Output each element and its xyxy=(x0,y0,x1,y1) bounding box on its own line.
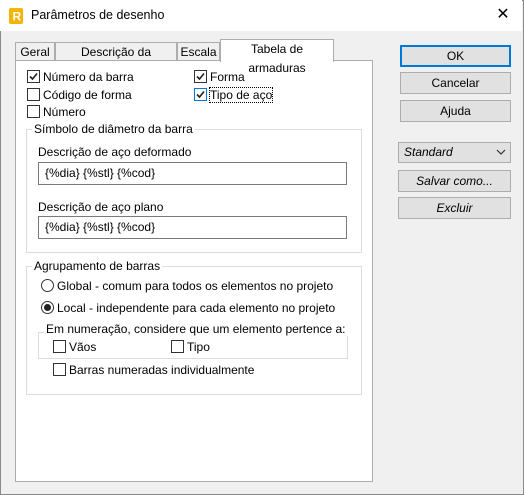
local-label: Local - independente para cada elemento … xyxy=(57,301,336,315)
tab-escala[interactable]: Escala xyxy=(177,42,220,62)
codigo-forma-label: Código de forma xyxy=(43,88,132,102)
individual-bars-checkbox[interactable] xyxy=(53,363,66,376)
numero-label: Número xyxy=(43,105,86,119)
vaos-label: Vãos xyxy=(69,340,97,354)
save-as-button[interactable]: Salvar como... xyxy=(398,170,511,192)
plain-steel-label: Descrição de aço plano xyxy=(38,200,164,214)
tipo-checkbox[interactable] xyxy=(171,340,184,353)
ok-button[interactable]: OK xyxy=(400,45,511,67)
help-button[interactable]: Ajuda xyxy=(400,100,511,122)
revit-r-icon: R xyxy=(9,8,23,24)
global-label: Global - comum para todos os elementos n… xyxy=(57,279,334,293)
bar-grouping-legend: Agrupamento de barras xyxy=(32,259,163,273)
tipo-aco-checkbox[interactable] xyxy=(194,88,207,101)
local-radio[interactable] xyxy=(41,301,54,314)
style-combo-value: Standard xyxy=(404,145,453,159)
codigo-forma-checkbox[interactable] xyxy=(27,88,40,101)
numero-checkbox[interactable] xyxy=(27,105,40,118)
forma-checkbox[interactable] xyxy=(194,70,207,83)
numero-barra-label: Número da barra xyxy=(43,70,134,84)
chevron-down-icon xyxy=(496,143,506,168)
svg-text:R: R xyxy=(13,10,22,24)
forma-label: Forma xyxy=(210,70,245,84)
close-icon[interactable]: ✕ xyxy=(492,5,514,25)
cancel-button[interactable]: Cancelar xyxy=(400,72,511,94)
style-combo[interactable]: Standard xyxy=(398,142,511,163)
tab-geral[interactable]: Geral xyxy=(15,42,55,62)
individual-bars-label: Barras numeradas individualmente xyxy=(69,363,255,377)
tab-tabela-armaduras[interactable]: Tabela de armaduras xyxy=(220,39,334,75)
tipo-aco-label: Tipo de aço xyxy=(208,87,274,103)
window-title: Parâmetros de desenho xyxy=(31,8,165,22)
numero-barra-checkbox[interactable] xyxy=(27,70,40,83)
delete-button[interactable]: Excluir xyxy=(398,197,511,219)
deformed-steel-label: Descrição de aço deformado xyxy=(38,145,192,159)
global-radio[interactable] xyxy=(41,279,54,292)
deformed-steel-input[interactable]: {%dia} {%stl} {%cod} xyxy=(38,162,347,185)
vaos-checkbox[interactable] xyxy=(53,340,66,353)
tab-descricao-armadura[interactable]: Descrição da armadura xyxy=(55,42,177,78)
plain-steel-input[interactable]: {%dia} {%stl} {%cod} xyxy=(38,216,347,239)
tipo-label: Tipo xyxy=(187,340,210,354)
numbering-legend: Em numeração, considere que um elemento … xyxy=(44,322,348,336)
diameter-symbol-legend: Símbolo de diâmetro da barra xyxy=(32,122,195,136)
